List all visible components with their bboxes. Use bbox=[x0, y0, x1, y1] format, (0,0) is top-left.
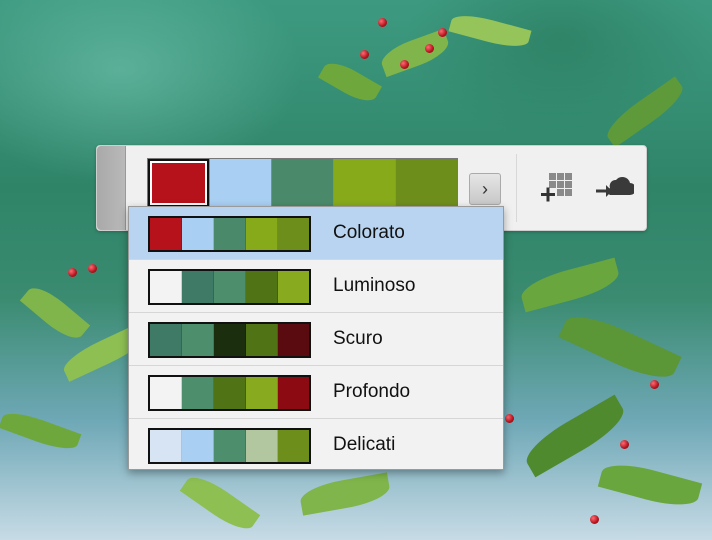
preview-color-4 bbox=[246, 218, 278, 250]
upload-cloud-icon[interactable] bbox=[594, 171, 636, 205]
menu-item-delicati[interactable]: Delicati bbox=[129, 419, 503, 471]
next-button[interactable]: › bbox=[469, 173, 501, 205]
menu-item-label: Delicati bbox=[333, 434, 396, 455]
preview-color-5 bbox=[278, 430, 309, 462]
divider bbox=[516, 154, 517, 222]
swatch-1[interactable] bbox=[148, 159, 210, 207]
preview-color-4 bbox=[246, 324, 278, 356]
palette-style-menu: Colorato Luminoso Scuro Profondo Delicat… bbox=[128, 206, 504, 470]
preview-color-2 bbox=[182, 218, 214, 250]
preview-color-1 bbox=[150, 377, 182, 409]
preview-color-1 bbox=[150, 218, 182, 250]
preview-color-3 bbox=[214, 430, 246, 462]
current-palette bbox=[147, 158, 458, 208]
palette-preview bbox=[148, 269, 311, 305]
preview-color-3 bbox=[214, 218, 246, 250]
menu-item-scuro[interactable]: Scuro bbox=[129, 313, 503, 366]
preview-color-2 bbox=[182, 271, 214, 303]
palette-preview bbox=[148, 216, 311, 252]
preview-color-3 bbox=[214, 324, 246, 356]
palette-preview bbox=[148, 322, 311, 358]
preview-color-2 bbox=[182, 324, 214, 356]
swatch-4[interactable] bbox=[334, 159, 396, 207]
palette-preview bbox=[148, 375, 311, 411]
preview-color-3 bbox=[214, 271, 246, 303]
menu-item-colorato[interactable]: Colorato bbox=[129, 207, 503, 260]
menu-item-label: Scuro bbox=[333, 328, 383, 349]
menu-item-profondo[interactable]: Profondo bbox=[129, 366, 503, 419]
preview-color-1 bbox=[150, 324, 182, 356]
preview-color-4 bbox=[246, 377, 278, 409]
preview-color-2 bbox=[182, 430, 214, 462]
preview-color-2 bbox=[182, 377, 214, 409]
preview-color-4 bbox=[246, 430, 278, 462]
chevron-right-icon: › bbox=[482, 178, 488, 199]
add-grid-icon[interactable] bbox=[539, 171, 575, 205]
preview-color-5 bbox=[278, 271, 309, 303]
swatch-3[interactable] bbox=[272, 159, 334, 207]
preview-color-4 bbox=[246, 271, 278, 303]
preview-color-1 bbox=[150, 430, 182, 462]
menu-item-label: Profondo bbox=[333, 381, 411, 402]
preview-color-3 bbox=[214, 377, 246, 409]
preview-color-5 bbox=[278, 218, 309, 250]
palette-preview bbox=[148, 428, 311, 464]
menu-item-luminoso[interactable]: Luminoso bbox=[129, 260, 503, 313]
menu-item-label: Luminoso bbox=[333, 275, 416, 296]
preview-color-5 bbox=[278, 324, 309, 356]
preview-color-5 bbox=[278, 377, 309, 409]
swatch-2[interactable] bbox=[210, 159, 272, 207]
preview-color-1 bbox=[150, 271, 182, 303]
menu-item-label: Colorato bbox=[333, 222, 405, 243]
drag-handle[interactable] bbox=[97, 146, 126, 230]
swatch-5[interactable] bbox=[396, 159, 457, 207]
